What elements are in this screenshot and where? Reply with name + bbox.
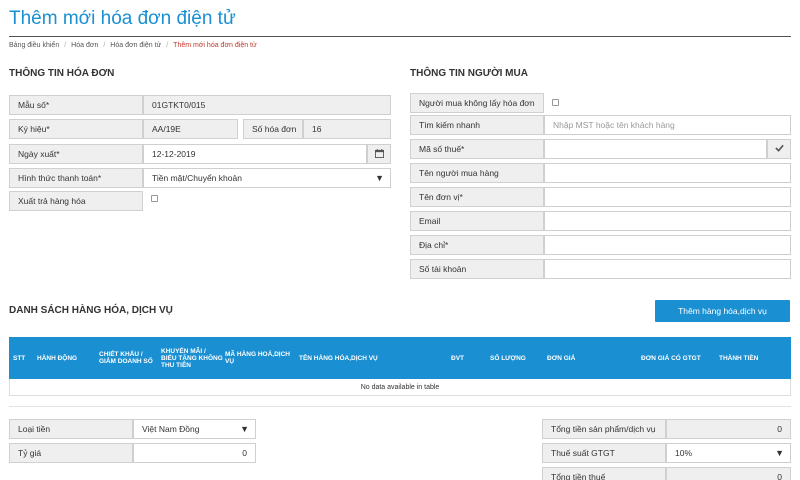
buyer-name-input[interactable] bbox=[544, 163, 791, 183]
col-discount[interactable]: CHIẾT KHẤU / GIẢM DOANH SỐ bbox=[99, 337, 161, 379]
title-divider bbox=[9, 36, 791, 37]
date-field[interactable]: 12-12-2019 bbox=[143, 144, 367, 164]
exchange-rate-label: Tỷ giá bbox=[9, 443, 133, 463]
quick-search-placeholder: Nhập MST hoặc tên khách hàng bbox=[553, 120, 675, 130]
quick-search-input[interactable]: Nhập MST hoặc tên khách hàng bbox=[544, 115, 791, 135]
add-goods-button[interactable]: Thêm hàng hóa,dịch vụ bbox=[655, 300, 790, 322]
tax-code-input[interactable] bbox=[544, 139, 767, 159]
payment-method-label: Hình thức thanh toán* bbox=[9, 168, 143, 188]
currency-label: Loại tiền bbox=[9, 419, 133, 439]
serial-field: AA/19E bbox=[143, 119, 238, 139]
return-goods-checkbox[interactable] bbox=[151, 195, 158, 202]
no-invoice-checkbox[interactable] bbox=[552, 99, 559, 106]
col-unit-price[interactable]: ĐƠN GIÁ bbox=[547, 337, 639, 379]
address-label: Địa chỉ* bbox=[410, 235, 544, 255]
invoice-number-label: Số hóa đơn bbox=[243, 119, 303, 139]
account-number-label: Số tài khoản bbox=[410, 259, 544, 279]
address-input[interactable] bbox=[544, 235, 791, 255]
caret-down-icon: ▼ bbox=[775, 448, 784, 458]
total-goods-value: 0 bbox=[666, 419, 791, 439]
col-unit[interactable]: ĐVT bbox=[451, 337, 488, 379]
account-number-input[interactable] bbox=[544, 259, 791, 279]
return-goods-label: Xuất trả hàng hóa bbox=[9, 191, 143, 211]
col-promotion[interactable]: KHUYẾN MÃI / BIẾU TẶNG KHÔNG THU TIỀN bbox=[161, 337, 223, 379]
payment-method-value: Tiền mặt/Chuyển khoản bbox=[152, 173, 242, 183]
total-goods-label: Tổng tiền sản phẩm/dịch vụ bbox=[542, 419, 666, 439]
caret-down-icon: ▼ bbox=[240, 424, 249, 434]
total-tax-value: 0 bbox=[666, 467, 791, 480]
unit-name-input[interactable] bbox=[544, 187, 791, 207]
tax-code-label: Mã số thuế* bbox=[410, 139, 544, 159]
payment-method-select[interactable]: Tiền mặt/Chuyển khoản ▼ bbox=[143, 168, 391, 188]
unit-name-label: Tên đơn vị* bbox=[410, 187, 544, 207]
vat-rate-label: Thuế suất GTGT bbox=[542, 443, 666, 463]
no-invoice-label: Người mua không lấy hóa đơn bbox=[410, 93, 544, 113]
breadcrumb-current: Thêm mới hóa đơn điện tử bbox=[173, 42, 257, 49]
exchange-rate-input[interactable]: 0 bbox=[133, 443, 256, 463]
vat-rate-value: 10% bbox=[675, 448, 693, 458]
vat-rate-select[interactable]: 10% ▼ bbox=[666, 443, 791, 463]
invoice-number-field: 16 bbox=[303, 119, 391, 139]
email-input[interactable] bbox=[544, 211, 791, 231]
buyer-name-label: Tên người mua hàng bbox=[410, 163, 544, 183]
caret-down-icon: ▼ bbox=[375, 173, 384, 183]
col-price-vat[interactable]: ĐƠN GIÁ CÓ GTGT bbox=[641, 337, 717, 379]
total-tax-label: Tổng tiền thuế bbox=[542, 467, 666, 480]
col-amount[interactable]: THÀNH TIỀN bbox=[719, 337, 791, 379]
serial-label: Ký hiệu* bbox=[9, 119, 143, 139]
goods-table-header: STT HÀNH ĐỘNG CHIẾT KHẤU / GIẢM DOANH SỐ… bbox=[9, 337, 791, 379]
template-label: Mẫu số* bbox=[9, 95, 143, 115]
col-action[interactable]: HÀNH ĐỘNG bbox=[37, 337, 99, 379]
invoice-info-title: THÔNG TIN HÓA ĐƠN bbox=[9, 68, 115, 79]
date-picker-button[interactable] bbox=[367, 144, 391, 164]
currency-value: Việt Nam Đồng bbox=[142, 424, 200, 434]
col-goods-name[interactable]: TÊN HÀNG HÓA,DỊCH VỤ bbox=[299, 337, 451, 379]
quick-search-label: Tìm kiếm nhanh bbox=[410, 115, 544, 135]
breadcrumb: Bảng điều khiển / Hóa đơn / Hóa đơn điện tử /… bbox=[9, 42, 257, 49]
email-label: Email bbox=[410, 211, 544, 231]
calendar-icon bbox=[374, 148, 384, 160]
page-title: Thêm mới hóa đơn điện tử bbox=[9, 8, 236, 29]
check-icon bbox=[774, 144, 784, 154]
col-goods-code[interactable]: MÃ HÀNG HOÁ,DỊCH VỤ bbox=[225, 337, 297, 379]
breadcrumb-invoice[interactable]: Hóa đơn bbox=[71, 42, 98, 49]
tax-code-check-button[interactable] bbox=[767, 139, 791, 159]
col-quantity[interactable]: SỐ LƯỢNG bbox=[490, 337, 545, 379]
goods-table-empty: No data available in table bbox=[9, 379, 791, 396]
goods-list-title: DANH SÁCH HÀNG HÓA, DỊCH VỤ bbox=[9, 305, 173, 316]
buyer-info-title: THÔNG TIN NGƯỜI MUA bbox=[410, 68, 528, 79]
currency-select[interactable]: Việt Nam Đồng ▼ bbox=[133, 419, 256, 439]
breadcrumb-dashboard[interactable]: Bảng điều khiển bbox=[9, 42, 59, 49]
date-label: Ngày xuất* bbox=[9, 144, 143, 164]
breadcrumb-einvoice[interactable]: Hóa đơn điện tử bbox=[110, 42, 161, 49]
section-divider bbox=[9, 406, 791, 407]
template-field: 01GTKT0/015 bbox=[143, 95, 391, 115]
col-stt[interactable]: STT bbox=[13, 337, 37, 379]
